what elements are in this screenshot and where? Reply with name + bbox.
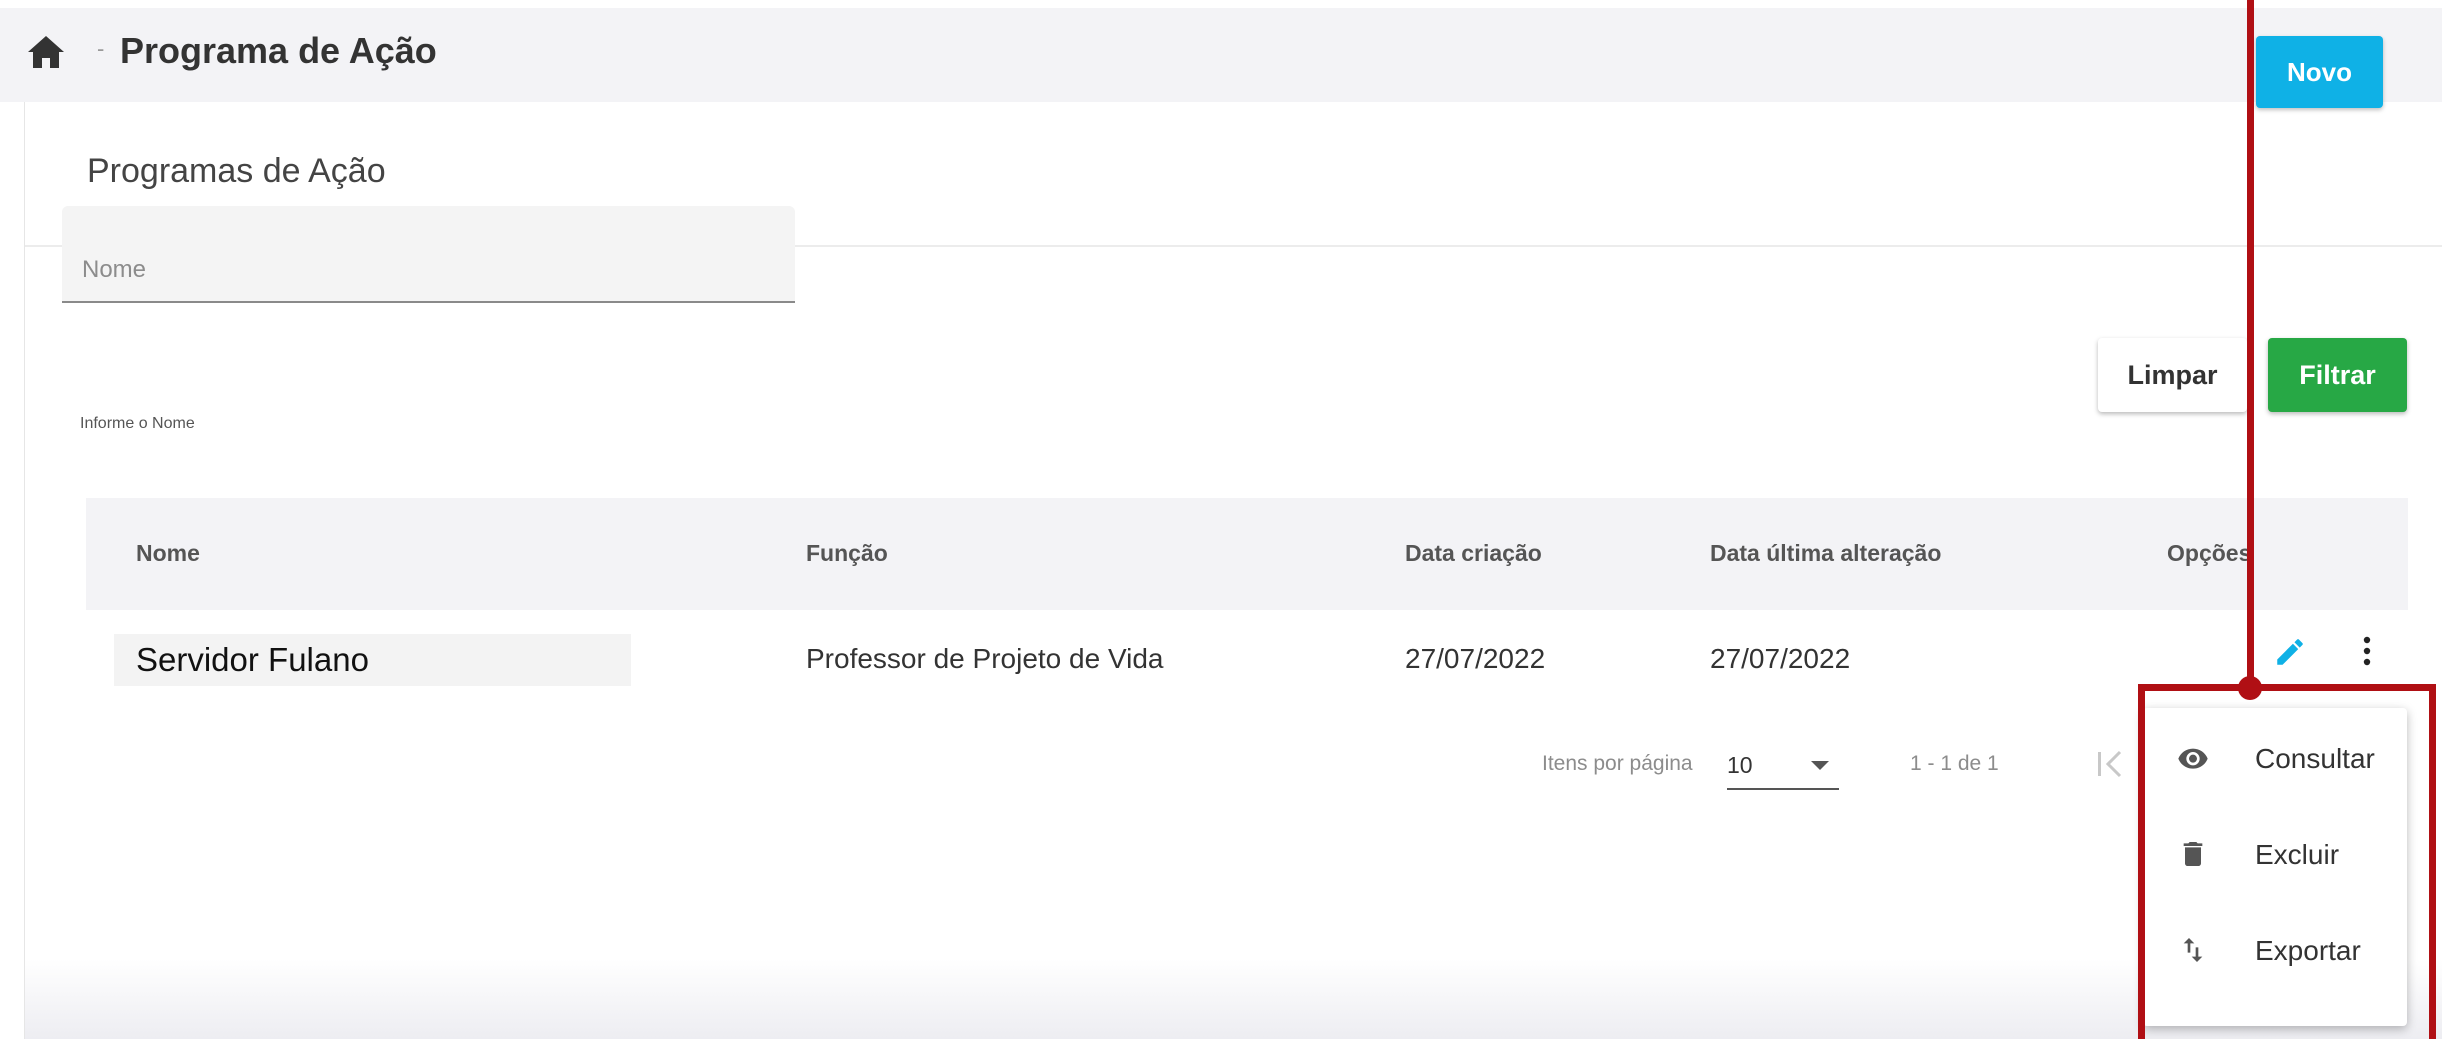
annotation-pointer-dot [2238, 676, 2262, 700]
breadcrumb-title: Programa de Ação [120, 30, 437, 71]
clear-button[interactable]: Limpar [2098, 338, 2247, 412]
more-options-icon[interactable] [2355, 633, 2379, 669]
card-bottom-shade [25, 959, 2442, 1039]
items-per-page-select[interactable]: 10 [1727, 748, 1839, 790]
filter-button[interactable]: Filtrar [2268, 338, 2407, 412]
first-page-icon[interactable] [2094, 744, 2130, 784]
name-filter-field[interactable] [62, 206, 795, 303]
table-cell-nome: Servidor Fulano [136, 641, 369, 678]
annotation-highlight-box [2138, 684, 2436, 1039]
column-header-data-criacao[interactable]: Data criação [1405, 540, 1542, 567]
edit-icon[interactable] [2273, 635, 2307, 669]
new-button[interactable]: Novo [2256, 36, 2383, 108]
table-cell-funcao: Professor de Projeto de Vida [806, 643, 1164, 674]
paginator-range-label: 1 - 1 de 1 [1910, 752, 1999, 775]
table-header [86, 498, 2408, 610]
annotation-pointer-line [2247, 0, 2254, 685]
column-header-data-alteracao[interactable]: Data última alteração [1710, 540, 1941, 567]
page-title: Programas de Ação [87, 152, 386, 190]
column-header-opcoes: Opções [2167, 540, 2252, 566]
column-header-funcao[interactable]: Função [806, 540, 888, 567]
home-icon[interactable] [26, 34, 66, 70]
dropdown-arrow-icon [1811, 761, 1829, 770]
column-header-nome[interactable]: Nome [136, 540, 200, 567]
table-cell-data-alteracao: 27/07/2022 [1710, 643, 1851, 674]
breadcrumb-separator: - [97, 36, 105, 61]
table-cell-data-criacao: 27/07/2022 [1405, 643, 1546, 674]
items-per-page-value: 10 [1727, 752, 1753, 778]
items-per-page-label: Itens por página [1542, 752, 1693, 775]
name-filter-input[interactable] [82, 250, 762, 290]
name-filter-hint: Informe o Nome [80, 415, 195, 432]
breadcrumb-bar: - Programa de Ação [0, 8, 2442, 102]
